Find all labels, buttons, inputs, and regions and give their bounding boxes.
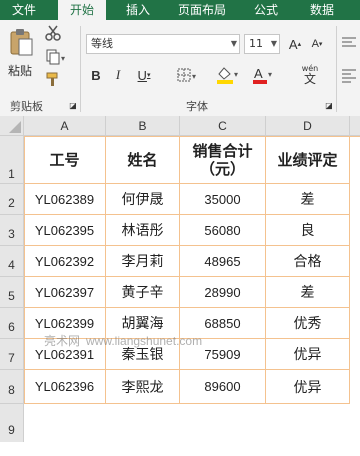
column-header-d[interactable]: D — [266, 116, 350, 136]
decrease-font-size-icon[interactable]: A ▾ — [308, 34, 326, 54]
tab-file[interactable]: 文件 — [0, 0, 48, 20]
cell-b2[interactable]: 何伊晟 — [106, 184, 180, 215]
row-header-7[interactable]: 7 — [0, 339, 24, 370]
tab-home[interactable]: 开始 — [58, 0, 106, 20]
column-header-e[interactable] — [350, 116, 360, 136]
cell-c1[interactable]: 销售合计 （元） — [180, 136, 266, 184]
cell-a8[interactable]: YL062396 — [24, 370, 106, 404]
fill-color-icon[interactable]: ▾ — [214, 64, 242, 86]
cut-icon[interactable] — [44, 24, 62, 42]
cell-d4[interactable]: 合格 — [266, 246, 350, 277]
cell-d6[interactable]: 优秀 — [266, 308, 350, 339]
ribbon-tab-bar: 文件 开始 插入 页面布局 公式 数据 — [0, 0, 360, 20]
cell-c5[interactable]: 28990 — [180, 277, 266, 308]
borders-icon[interactable]: ▾ — [176, 66, 200, 84]
font-color-icon[interactable]: A ▾ — [250, 64, 276, 86]
font-group-label: 字体 — [186, 100, 208, 113]
clipboard-launcher-icon[interactable]: ◪ — [68, 100, 78, 110]
cell-b6[interactable]: 胡翼海 — [106, 308, 180, 339]
cell-a3[interactable]: YL062395 — [24, 215, 106, 246]
font-name-select[interactable]: 等线 ▼ — [86, 34, 240, 54]
cell-b8[interactable]: 李熙龙 — [106, 370, 180, 404]
row-header-8[interactable]: 8 — [0, 370, 24, 404]
row-header-9[interactable]: 9 — [0, 404, 24, 442]
clipboard-group-label: 剪贴板 — [10, 100, 43, 113]
cell-a7[interactable]: YL062391 — [24, 339, 106, 370]
cell-c4[interactable]: 48965 — [180, 246, 266, 277]
cell-c8[interactable]: 89600 — [180, 370, 266, 404]
phonetic-guide-icon[interactable]: wén 文 — [296, 60, 324, 88]
row-header-1[interactable]: 1 — [0, 136, 24, 184]
cell-b7[interactable]: 秦玉银 — [106, 339, 180, 370]
bold-icon[interactable]: B — [88, 66, 104, 84]
cell-b1[interactable]: 姓名 — [106, 136, 180, 184]
paste-button[interactable] — [6, 26, 36, 60]
font-name-value: 等线 — [91, 37, 113, 50]
cell-c6[interactable]: 68850 — [180, 308, 266, 339]
chevron-down-icon: ▼ — [230, 39, 237, 48]
cell-a5[interactable]: YL062397 — [24, 277, 106, 308]
column-header-c[interactable]: C — [180, 116, 266, 136]
cell-a6[interactable]: YL062399 — [24, 308, 106, 339]
cell-c2[interactable]: 35000 — [180, 184, 266, 215]
cell-a1[interactable]: 工号 — [24, 136, 106, 184]
ribbon-panel: 粘贴 ▾ 剪贴板 ◪ 等线 ▼ 11 ▼ A ▴ A ▾ B I U ▾ ▾ ▾ A ▾… — [0, 20, 360, 117]
svg-text:A: A — [254, 66, 263, 81]
cell-a2[interactable]: YL062389 — [24, 184, 106, 215]
font-size-select[interactable]: 11 ▼ — [244, 34, 280, 54]
row-header-2[interactable]: 2 — [0, 184, 24, 215]
cell-d8[interactable]: 优异 — [266, 370, 350, 404]
cell-b5[interactable]: 黄子辛 — [106, 277, 180, 308]
select-all-corner[interactable] — [0, 116, 24, 136]
align-left-icon[interactable] — [340, 66, 358, 84]
column-header-a[interactable]: A — [24, 116, 106, 136]
underline-icon[interactable]: U ▾ — [132, 66, 156, 84]
cell-d3[interactable]: 良 — [266, 215, 350, 246]
font-launcher-icon[interactable]: ◪ — [324, 100, 334, 110]
cell-d7[interactable]: 优异 — [266, 339, 350, 370]
svg-text:▾: ▾ — [234, 70, 238, 79]
align-top-icon[interactable] — [340, 34, 358, 54]
cell-d2[interactable]: 差 — [266, 184, 350, 215]
svg-text:▾: ▾ — [268, 70, 272, 79]
chevron-down-icon: ▼ — [270, 39, 277, 48]
increase-font-size-icon[interactable]: A ▴ — [286, 34, 304, 54]
paste-icon — [10, 29, 33, 56]
cell-b4[interactable]: 李月莉 — [106, 246, 180, 277]
cell-b3[interactable]: 林语彤 — [106, 215, 180, 246]
cell-a4[interactable]: YL062392 — [24, 246, 106, 277]
tab-insert[interactable]: 插入 — [114, 0, 162, 20]
cell-c7[interactable]: 75909 — [180, 339, 266, 370]
copy-icon[interactable]: ▾ — [44, 48, 68, 66]
row-header-6[interactable]: 6 — [0, 308, 24, 339]
row-header-5[interactable]: 5 — [0, 277, 24, 308]
tab-data[interactable]: 数据 — [298, 0, 346, 20]
cell-c3[interactable]: 56080 — [180, 215, 266, 246]
format-painter-icon[interactable] — [44, 70, 62, 88]
divider — [80, 26, 81, 112]
divider — [336, 26, 337, 112]
cell-d1[interactable]: 业绩评定 — [266, 136, 350, 184]
paste-label[interactable]: 粘贴 — [8, 62, 32, 79]
font-size-value: 11 — [249, 37, 263, 50]
row-header-3[interactable]: 3 — [0, 215, 24, 246]
cell-d5[interactable]: 差 — [266, 277, 350, 308]
wen-char: 文 — [303, 72, 316, 86]
italic-icon[interactable]: I — [110, 66, 126, 84]
svg-text:▾: ▾ — [61, 54, 65, 63]
corner-triangle-icon — [9, 121, 21, 133]
tab-formulas[interactable]: 公式 — [246, 0, 286, 20]
svg-text:▾: ▾ — [192, 72, 196, 81]
tab-page-layout[interactable]: 页面布局 — [170, 0, 234, 20]
row-header-4[interactable]: 4 — [0, 246, 24, 277]
column-header-b[interactable]: B — [106, 116, 180, 136]
